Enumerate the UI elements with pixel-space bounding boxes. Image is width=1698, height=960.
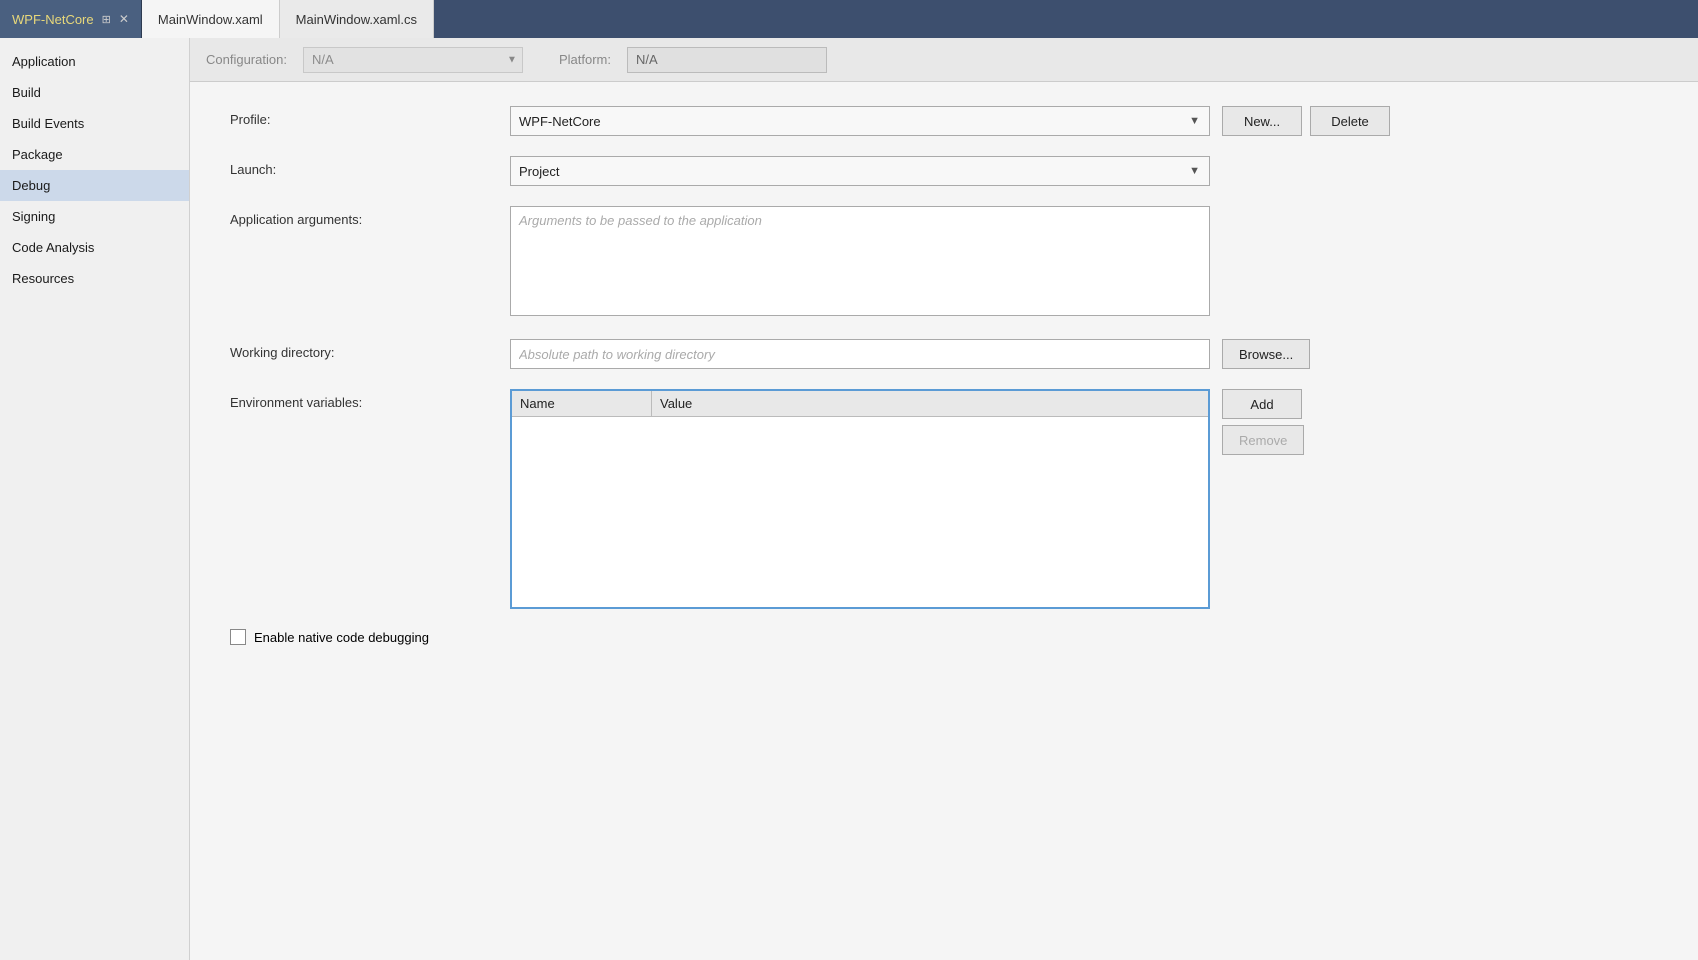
profile-label: Profile: — [230, 106, 510, 127]
native-debug-checkbox[interactable] — [230, 629, 246, 645]
tab-mainwindow-xaml[interactable]: MainWindow.xaml — [142, 0, 280, 38]
close-icon[interactable]: ✕ — [119, 12, 129, 26]
profile-actions: New... Delete — [1222, 106, 1390, 136]
add-button[interactable]: Add — [1222, 389, 1302, 419]
project-tab[interactable]: WPF-NetCore ⊞ ✕ — [0, 0, 142, 38]
project-tab-label: WPF-NetCore — [12, 12, 94, 27]
env-vars-row: Environment variables: Name Value Add Re… — [230, 389, 1658, 609]
sidebar-item-build-events[interactable]: Build Events — [0, 108, 189, 139]
form-content: Profile: WPF-NetCore New... Delete Launc… — [190, 82, 1698, 669]
working-dir-input[interactable] — [510, 339, 1210, 369]
native-debug-label: Enable native code debugging — [254, 630, 429, 645]
launch-label: Launch: — [230, 156, 510, 177]
content-area: Configuration: N/A Platform: N/A Profile… — [190, 38, 1698, 960]
env-vars-label: Environment variables: — [230, 389, 510, 410]
configuration-select-wrap: N/A — [303, 47, 523, 73]
env-table-header: Name Value — [512, 391, 1208, 417]
app-args-input[interactable] — [510, 206, 1210, 316]
launch-row: Launch: Project — [230, 156, 1658, 186]
sidebar-item-signing[interactable]: Signing — [0, 201, 189, 232]
platform-label: Platform: — [559, 52, 611, 67]
profile-select-wrap: WPF-NetCore — [510, 106, 1210, 136]
env-table: Name Value — [510, 389, 1210, 609]
app-args-row: Application arguments: — [230, 206, 1658, 319]
main-layout: Application Build Build Events Package D… — [0, 38, 1698, 960]
launch-select[interactable]: Project — [510, 156, 1210, 186]
tab-mainwindow-xaml-cs[interactable]: MainWindow.xaml.cs — [280, 0, 434, 38]
delete-button[interactable]: Delete — [1310, 106, 1390, 136]
working-dir-row: Working directory: Browse... — [230, 339, 1658, 369]
launch-select-wrap: Project — [510, 156, 1210, 186]
config-bar: Configuration: N/A Platform: N/A — [190, 38, 1698, 82]
profile-row: Profile: WPF-NetCore New... Delete — [230, 106, 1658, 136]
pin-icon[interactable]: ⊞ — [102, 13, 111, 26]
working-dir-control — [510, 339, 1210, 369]
sidebar: Application Build Build Events Package D… — [0, 38, 190, 960]
launch-control: Project — [510, 156, 1210, 186]
env-col-value-header: Value — [652, 391, 1208, 416]
working-dir-actions: Browse... — [1222, 339, 1310, 369]
sidebar-item-code-analysis[interactable]: Code Analysis — [0, 232, 189, 263]
sidebar-item-application[interactable]: Application — [0, 46, 189, 77]
env-table-body[interactable] — [512, 417, 1208, 607]
env-vars-actions: Add Remove — [1222, 389, 1304, 455]
browse-button[interactable]: Browse... — [1222, 339, 1310, 369]
app-args-control — [510, 206, 1210, 319]
profile-select[interactable]: WPF-NetCore — [510, 106, 1210, 136]
profile-control: WPF-NetCore — [510, 106, 1210, 136]
app-args-label: Application arguments: — [230, 206, 510, 227]
platform-value: N/A — [627, 47, 827, 73]
env-vars-control: Name Value — [510, 389, 1210, 609]
new-button[interactable]: New... — [1222, 106, 1302, 136]
sidebar-item-debug[interactable]: Debug — [0, 170, 189, 201]
configuration-select[interactable]: N/A — [303, 47, 523, 73]
sidebar-item-resources[interactable]: Resources — [0, 263, 189, 294]
working-dir-label: Working directory: — [230, 339, 510, 360]
env-col-name-header: Name — [512, 391, 652, 416]
configuration-label: Configuration: — [206, 52, 287, 67]
native-debug-row: Enable native code debugging — [230, 629, 1658, 645]
sidebar-item-package[interactable]: Package — [0, 139, 189, 170]
tab-bar: WPF-NetCore ⊞ ✕ MainWindow.xaml MainWind… — [0, 0, 1698, 38]
remove-button[interactable]: Remove — [1222, 425, 1304, 455]
sidebar-item-build[interactable]: Build — [0, 77, 189, 108]
